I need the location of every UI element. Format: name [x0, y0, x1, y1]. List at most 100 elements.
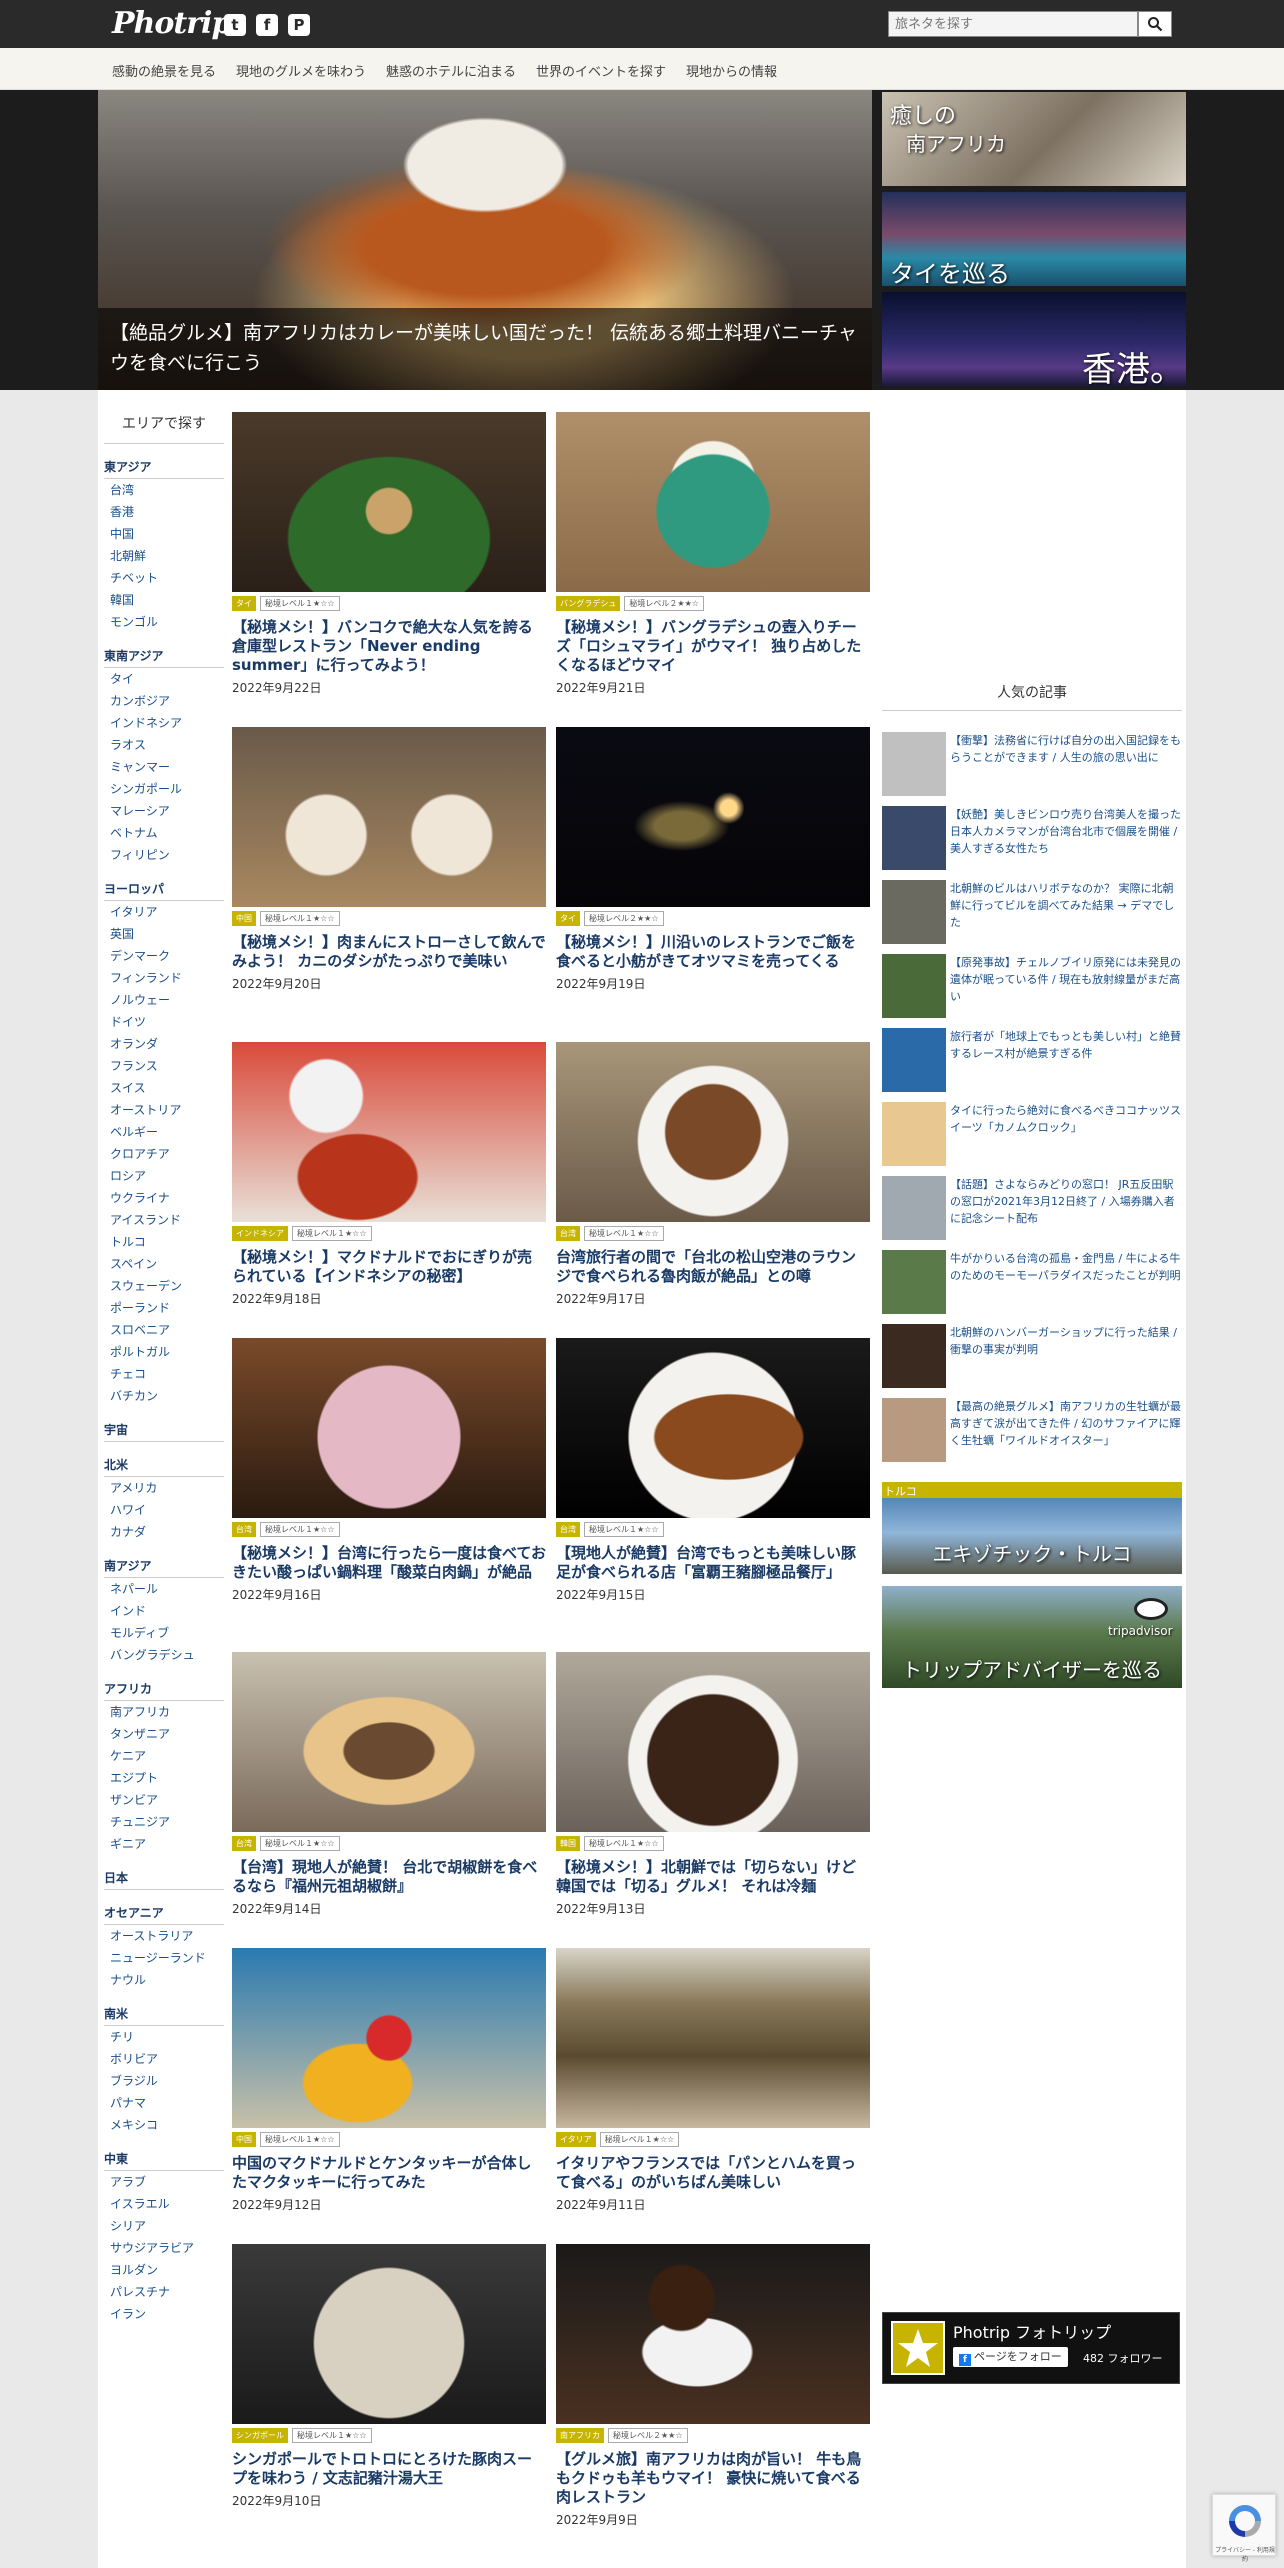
region-link[interactable]: ネパール: [104, 1578, 224, 1600]
country-tag[interactable]: 南アフリカ: [556, 2428, 604, 2443]
hero-side-banner-south-africa[interactable]: 癒しの 南アフリカ: [882, 92, 1186, 186]
popular-thumbnail[interactable]: [882, 1102, 946, 1166]
region-link[interactable]: スロベニア: [104, 1319, 224, 1341]
region-heading[interactable]: 中東: [104, 2150, 224, 2171]
article-card[interactable]: 中国 秘境レベル１★☆☆ 中国のマクドナルドとケンタッキーが合体したマクタッキーに行…: [232, 1948, 546, 2213]
article-title[interactable]: 【秘境メシ！】台湾に行ったら一度は食べておきたい酸っぱい鍋料理「酸菜白肉鍋」が絶…: [232, 1544, 546, 1582]
country-tag[interactable]: 韓国: [556, 1836, 580, 1851]
twitter-icon[interactable]: t: [224, 14, 246, 36]
tripadvisor-banner[interactable]: tripadvisor トリップアドバイザーを巡る: [882, 1586, 1182, 1688]
region-link[interactable]: タンザニア: [104, 1723, 224, 1745]
region-link[interactable]: ウクライナ: [104, 1187, 224, 1209]
region-link[interactable]: チリ: [104, 2026, 224, 2048]
region-link[interactable]: バングラデシュ: [104, 1644, 224, 1666]
region-link[interactable]: 韓国: [104, 589, 224, 611]
nav-item-hotel[interactable]: 魅惑のホテルに泊まる: [386, 61, 516, 80]
nav-item-scenery[interactable]: 感動の絶景を見る: [112, 61, 216, 80]
country-tag[interactable]: タイ: [232, 596, 256, 611]
region-link[interactable]: アイスランド: [104, 1209, 224, 1231]
article-thumbnail[interactable]: [556, 1338, 870, 1518]
region-link[interactable]: デンマーク: [104, 945, 224, 967]
region-link[interactable]: マレーシア: [104, 800, 224, 822]
region-link[interactable]: チベット: [104, 567, 224, 589]
popular-thumbnail[interactable]: [882, 954, 946, 1018]
popular-thumbnail[interactable]: [882, 1324, 946, 1388]
region-heading[interactable]: 宇宙: [104, 1421, 224, 1442]
region-link[interactable]: ニュージーランド: [104, 1947, 224, 1969]
region-link[interactable]: アラブ: [104, 2171, 224, 2193]
region-heading[interactable]: 北米: [104, 1456, 224, 1477]
country-tag[interactable]: 台湾: [556, 1522, 580, 1537]
region-link[interactable]: イラン: [104, 2303, 224, 2325]
region-link[interactable]: フィリピン: [104, 844, 224, 866]
region-link[interactable]: ベルギー: [104, 1121, 224, 1143]
popular-thumbnail[interactable]: [882, 732, 946, 796]
search-input[interactable]: [888, 11, 1138, 37]
region-link[interactable]: ラオス: [104, 734, 224, 756]
region-heading[interactable]: 南米: [104, 2005, 224, 2026]
article-card[interactable]: イタリア 秘境レベル１★☆☆ イタリアやフランスでは「パンとハムを買って食べる」のが…: [556, 1948, 870, 2213]
region-link[interactable]: 中国: [104, 523, 224, 545]
article-title[interactable]: イタリアやフランスでは「パンとハムを買って食べる」のがいちばん美味しい: [556, 2154, 870, 2192]
region-link[interactable]: ロシア: [104, 1165, 224, 1187]
facebook-follow-button[interactable]: f ページをフォロー: [953, 2347, 1068, 2367]
article-title[interactable]: 【現地人が絶賛】台湾でもっとも美味しい豚足が食べられる店「富覇王豬腳極品餐厅」: [556, 1544, 870, 1582]
popular-title-link[interactable]: 【妖艶】美しきビンロウ売り台湾美人を撮った日本人カメラマンが台湾台北市で個展を開…: [950, 806, 1184, 857]
article-title[interactable]: 【グルメ旅】南アフリカは肉が旨い！ 牛も鳥もクドゥも羊もウマイ！ 豪快に焼いて食…: [556, 2450, 870, 2507]
region-link[interactable]: インドネシア: [104, 712, 224, 734]
popular-title-link[interactable]: 北朝鮮のハンバーガーショップに行った結果 / 衝撃の事実が判明: [950, 1324, 1184, 1358]
article-title[interactable]: 中国のマクドナルドとケンタッキーが合体したマクタッキーに行ってみた: [232, 2154, 546, 2192]
region-link[interactable]: ギニア: [104, 1833, 224, 1855]
region-link[interactable]: ノルウェー: [104, 989, 224, 1011]
region-link[interactable]: 台湾: [104, 479, 224, 501]
article-thumbnail[interactable]: [556, 1948, 870, 2128]
article-card[interactable]: 南アフリカ 秘境レベル２★★☆ 【グルメ旅】南アフリカは肉が旨い！ 牛も鳥もクドゥも…: [556, 2244, 870, 2528]
region-link[interactable]: スイス: [104, 1077, 224, 1099]
country-tag[interactable]: シンガポール: [232, 2428, 288, 2443]
region-heading[interactable]: 東南アジア: [104, 647, 224, 668]
article-card[interactable]: 台湾 秘境レベル１★☆☆ 【秘境メシ！】台湾に行ったら一度は食べておきたい酸っぱい鍋…: [232, 1338, 546, 1603]
region-link[interactable]: ポーランド: [104, 1297, 224, 1319]
popular-thumbnail[interactable]: [882, 1250, 946, 1314]
nav-item-local-info[interactable]: 現地からの情報: [686, 61, 777, 80]
region-link[interactable]: ブラジル: [104, 2070, 224, 2092]
region-link[interactable]: シリア: [104, 2215, 224, 2237]
article-thumbnail[interactable]: [232, 1042, 546, 1222]
region-link[interactable]: イスラエル: [104, 2193, 224, 2215]
popular-title-link[interactable]: 【原発事故】チェルノブイリ原発には未発見の遺体が眠っている件 / 現在も放射線量…: [950, 954, 1184, 1005]
region-link[interactable]: パナマ: [104, 2092, 224, 2114]
region-link[interactable]: クロアチア: [104, 1143, 224, 1165]
region-link[interactable]: ケニア: [104, 1745, 224, 1767]
pinterest-icon[interactable]: P: [288, 14, 310, 36]
region-link[interactable]: パレスチナ: [104, 2281, 224, 2303]
region-link[interactable]: ハワイ: [104, 1499, 224, 1521]
article-title[interactable]: 【台湾】現地人が絶賛！ 台北で胡椒餅を食べるなら『福州元祖胡椒餅』: [232, 1858, 546, 1896]
article-card[interactable]: バングラデシュ 秘境レベル２★★☆ 【秘境メシ！】バングラデシュの壺入りチーズ「ロシ…: [556, 412, 870, 696]
country-tag[interactable]: 台湾: [232, 1522, 256, 1537]
region-link[interactable]: イタリア: [104, 901, 224, 923]
country-tag[interactable]: イタリア: [556, 2132, 596, 2147]
article-card[interactable]: タイ 秘境レベル１★☆☆ 【秘境メシ！】バンコクで絶大な人気を誇る倉庫型レストラン「…: [232, 412, 546, 696]
article-thumbnail[interactable]: [232, 1338, 546, 1518]
popular-thumbnail[interactable]: [882, 1398, 946, 1462]
region-link[interactable]: インド: [104, 1600, 224, 1622]
region-link[interactable]: カナダ: [104, 1521, 224, 1543]
region-link[interactable]: ヨルダン: [104, 2259, 224, 2281]
article-card[interactable]: 台湾 秘境レベル１★☆☆ 【台湾】現地人が絶賛！ 台北で胡椒餅を食べるなら『福州元祖…: [232, 1652, 546, 1917]
country-tag[interactable]: 中国: [232, 911, 256, 926]
region-link[interactable]: モンゴル: [104, 611, 224, 633]
article-card[interactable]: 台湾 秘境レベル１★☆☆ 【現地人が絶賛】台湾でもっとも美味しい豚足が食べられる店「…: [556, 1338, 870, 1603]
region-link[interactable]: ミャンマー: [104, 756, 224, 778]
region-link[interactable]: オーストリア: [104, 1099, 224, 1121]
nav-item-event[interactable]: 世界のイベントを探す: [536, 61, 666, 80]
region-heading[interactable]: 南アジア: [104, 1557, 224, 1578]
popular-title-link[interactable]: タイに行ったら絶対に食べるべきココナッツスイーツ「カノムクロック」: [950, 1102, 1184, 1136]
article-thumbnail[interactable]: [556, 1652, 870, 1832]
region-link[interactable]: 香港: [104, 501, 224, 523]
region-link[interactable]: ボリビア: [104, 2048, 224, 2070]
country-tag[interactable]: 中国: [232, 2132, 256, 2147]
region-link[interactable]: ザンビア: [104, 1789, 224, 1811]
article-thumbnail[interactable]: [556, 727, 870, 907]
article-thumbnail[interactable]: [232, 1948, 546, 2128]
article-thumbnail[interactable]: [232, 727, 546, 907]
